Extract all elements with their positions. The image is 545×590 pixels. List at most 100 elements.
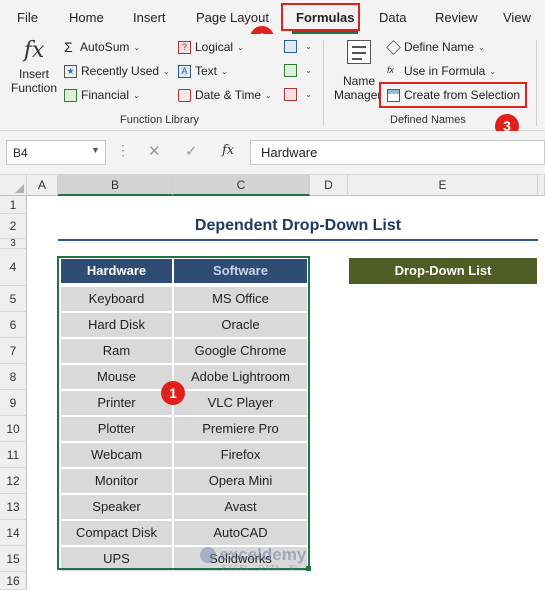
- sigma-icon: Σ: [64, 38, 73, 55]
- column-header-a[interactable]: A: [27, 175, 58, 196]
- lookup-icon: [284, 40, 297, 53]
- row-header[interactable]: 14: [0, 520, 27, 546]
- menu-page-layout[interactable]: Page Layout: [196, 10, 269, 25]
- row-header[interactable]: 2: [0, 214, 27, 239]
- row-header[interactable]: 8: [0, 364, 27, 390]
- chevron-down-icon: ⌄: [221, 66, 228, 76]
- math-icon: [284, 64, 297, 77]
- insert-function-label-2: Function: [10, 81, 58, 95]
- chevron-down-icon: ⌄: [163, 66, 170, 76]
- software-cell[interactable]: AutoCAD: [173, 520, 308, 546]
- name-box-dropdown-icon[interactable]: ▼: [91, 145, 100, 155]
- recently-used-button[interactable]: ★ Recently Used ⌄: [64, 64, 170, 78]
- enter-check-icon[interactable]: ✓: [185, 142, 198, 160]
- menu-home[interactable]: Home: [69, 10, 104, 25]
- column-header-b[interactable]: B: [58, 175, 173, 196]
- hardware-cell[interactable]: Compact Disk: [60, 520, 173, 546]
- column-header-d[interactable]: D: [310, 175, 348, 196]
- row-header[interactable]: 4: [0, 249, 27, 286]
- software-cell[interactable]: Google Chrome: [173, 338, 308, 364]
- autosum-button[interactable]: Σ AutoSum ⌄: [64, 38, 140, 55]
- date-time-button[interactable]: Date & Time ⌄: [178, 88, 272, 102]
- group-separator: [536, 40, 537, 126]
- fill-handle[interactable]: [306, 566, 311, 571]
- name-manager-label-1: Name: [342, 74, 375, 88]
- row-header[interactable]: 1: [0, 196, 27, 214]
- more-functions-button[interactable]: ⌄: [284, 88, 312, 101]
- use-in-formula-icon: fx: [387, 64, 395, 75]
- row-header[interactable]: 16: [0, 572, 27, 590]
- hardware-cell[interactable]: Speaker: [60, 494, 173, 520]
- chevron-down-icon: ⌄: [489, 66, 497, 76]
- hardware-cell[interactable]: Printer: [60, 390, 173, 416]
- define-name-label: Define Name: [404, 40, 475, 54]
- row-header[interactable]: 12: [0, 468, 27, 494]
- column-header-f[interactable]: [538, 175, 545, 196]
- row-header[interactable]: 5: [0, 286, 27, 312]
- software-cell[interactable]: Adobe Lightroom: [173, 364, 308, 390]
- logical-book-icon: ?: [178, 40, 191, 54]
- menu-file[interactable]: File: [17, 10, 38, 25]
- text-button[interactable]: A Text ⌄: [178, 64, 228, 78]
- hardware-cell[interactable]: Webcam: [60, 442, 173, 468]
- more-functions-icon: [284, 88, 297, 101]
- hardware-cell[interactable]: UPS: [60, 546, 173, 572]
- hardware-cell[interactable]: Ram: [60, 338, 173, 364]
- software-cell[interactable]: VLC Player: [173, 390, 308, 416]
- select-all-corner[interactable]: [0, 175, 27, 196]
- row-header[interactable]: 3: [0, 239, 27, 249]
- name-manager-icon: [347, 40, 371, 64]
- hardware-cell[interactable]: Mouse: [60, 364, 173, 390]
- hardware-header[interactable]: Hardware: [60, 258, 173, 284]
- insert-function-fx-icon[interactable]: fx: [222, 143, 234, 158]
- define-name-button[interactable]: Define Name ⌄: [386, 39, 485, 55]
- row-header[interactable]: 6: [0, 312, 27, 338]
- financial-button[interactable]: Financial ⌄: [64, 88, 140, 102]
- software-cell[interactable]: Avast: [173, 494, 308, 520]
- row-header[interactable]: 13: [0, 494, 27, 520]
- cancel-icon[interactable]: ✕: [148, 142, 161, 160]
- software-cell[interactable]: MS Office: [173, 286, 308, 312]
- row-header[interactable]: 11: [0, 442, 27, 468]
- column-header-c[interactable]: C: [173, 175, 310, 196]
- dropdown-list-header[interactable]: Drop-Down List: [349, 258, 537, 284]
- name-manager-button[interactable]: Name Manager: [334, 38, 384, 108]
- math-trig-button[interactable]: ⌄: [284, 64, 312, 77]
- fx-icon: fx: [23, 38, 45, 63]
- financial-book-icon: [64, 88, 77, 102]
- date-time-label: Date & Time: [195, 88, 262, 102]
- text-book-icon: A: [178, 64, 191, 78]
- software-cell[interactable]: Firefox: [173, 442, 308, 468]
- insert-function-button[interactable]: fx Insert Function: [8, 38, 60, 108]
- software-cell[interactable]: Premiere Pro: [173, 416, 308, 442]
- hardware-cell[interactable]: Hard Disk: [60, 312, 173, 338]
- row-header[interactable]: 7: [0, 338, 27, 364]
- use-in-formula-button[interactable]: fx Use in Formula ⌄: [387, 64, 496, 78]
- tag-icon: [386, 39, 401, 55]
- software-cell[interactable]: Oracle: [173, 312, 308, 338]
- menu-data[interactable]: Data: [379, 10, 406, 25]
- logical-label: Logical: [195, 40, 234, 54]
- chevron-down-icon: ⌄: [133, 90, 140, 100]
- menu-review[interactable]: Review: [435, 10, 478, 25]
- lookup-reference-button[interactable]: ⌄: [284, 40, 312, 53]
- software-cell[interactable]: Opera Mini: [173, 468, 308, 494]
- menu-view[interactable]: View: [503, 10, 531, 25]
- drag-handle-icon[interactable]: ⋮: [116, 142, 130, 159]
- chevron-down-icon: ⌄: [265, 90, 272, 100]
- row-header[interactable]: 10: [0, 416, 27, 442]
- logical-button[interactable]: ? Logical ⌄: [178, 40, 244, 54]
- row-header[interactable]: 9: [0, 390, 27, 416]
- chevron-down-icon: ⌄: [305, 66, 312, 75]
- row-header[interactable]: 15: [0, 546, 27, 572]
- menu-insert[interactable]: Insert: [133, 10, 166, 25]
- software-header[interactable]: Software: [173, 258, 308, 284]
- hardware-cell[interactable]: Plotter: [60, 416, 173, 442]
- formula-bar: B4 ▼ ⋮ ✕ ✓ fx Hardware: [0, 131, 545, 175]
- hardware-cell[interactable]: Monitor: [60, 468, 173, 494]
- hardware-cell[interactable]: Keyboard: [60, 286, 173, 312]
- chevron-down-icon: ⌄: [237, 42, 244, 52]
- formula-input[interactable]: Hardware: [250, 140, 545, 165]
- software-cell[interactable]: Solidworks: [173, 546, 308, 572]
- column-header-e[interactable]: E: [348, 175, 538, 196]
